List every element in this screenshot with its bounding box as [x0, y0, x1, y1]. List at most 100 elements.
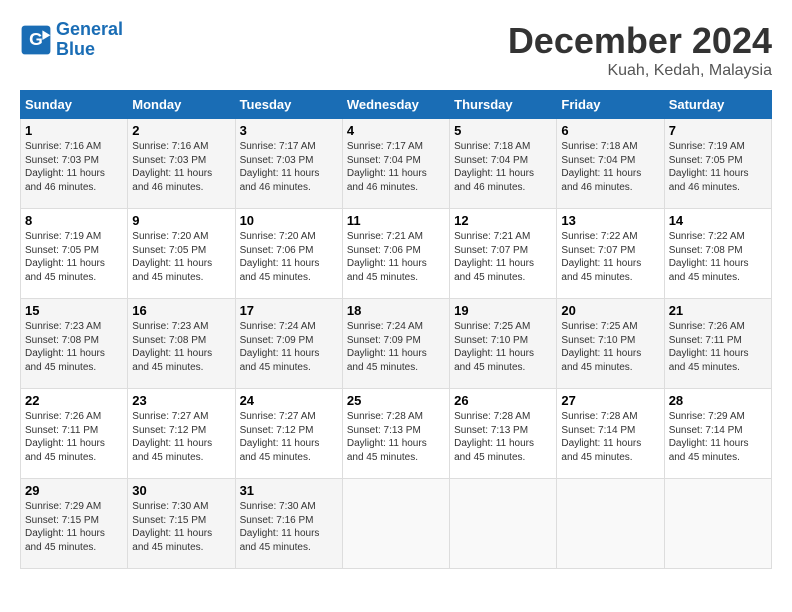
day-number: 16: [132, 303, 230, 318]
day-info: Sunrise: 7:18 AM Sunset: 7:04 PM Dayligh…: [454, 140, 552, 194]
day-number: 7: [669, 123, 767, 138]
day-number: 14: [669, 213, 767, 228]
calendar-cell: 6 Sunrise: 7:18 AM Sunset: 7:04 PM Dayli…: [557, 119, 664, 209]
logo-line1: General: [56, 19, 123, 39]
calendar-cell: 10 Sunrise: 7:20 AM Sunset: 7:06 PM Dayl…: [235, 209, 342, 299]
calendar-cell: 27 Sunrise: 7:28 AM Sunset: 7:14 PM Dayl…: [557, 389, 664, 479]
header-monday: Monday: [128, 91, 235, 119]
page-header: G General Blue December 2024 Kuah, Kedah…: [20, 20, 772, 80]
calendar-cell: [664, 479, 771, 569]
day-info: Sunrise: 7:27 AM Sunset: 7:12 PM Dayligh…: [132, 410, 230, 464]
day-number: 10: [240, 213, 338, 228]
calendar-week-row: 22 Sunrise: 7:26 AM Sunset: 7:11 PM Dayl…: [21, 389, 772, 479]
calendar-week-row: 1 Sunrise: 7:16 AM Sunset: 7:03 PM Dayli…: [21, 119, 772, 209]
day-info: Sunrise: 7:25 AM Sunset: 7:10 PM Dayligh…: [454, 320, 552, 374]
logo-line2: Blue: [56, 39, 95, 59]
calendar-cell: 14 Sunrise: 7:22 AM Sunset: 7:08 PM Dayl…: [664, 209, 771, 299]
day-number: 18: [347, 303, 445, 318]
calendar-cell: 19 Sunrise: 7:25 AM Sunset: 7:10 PM Dayl…: [450, 299, 557, 389]
calendar-cell: 9 Sunrise: 7:20 AM Sunset: 7:05 PM Dayli…: [128, 209, 235, 299]
calendar-cell: 17 Sunrise: 7:24 AM Sunset: 7:09 PM Dayl…: [235, 299, 342, 389]
calendar-cell: 30 Sunrise: 7:30 AM Sunset: 7:15 PM Dayl…: [128, 479, 235, 569]
calendar-cell: 22 Sunrise: 7:26 AM Sunset: 7:11 PM Dayl…: [21, 389, 128, 479]
calendar-cell: 13 Sunrise: 7:22 AM Sunset: 7:07 PM Dayl…: [557, 209, 664, 299]
calendar-cell: 31 Sunrise: 7:30 AM Sunset: 7:16 PM Dayl…: [235, 479, 342, 569]
day-number: 21: [669, 303, 767, 318]
day-info: Sunrise: 7:28 AM Sunset: 7:13 PM Dayligh…: [347, 410, 445, 464]
day-number: 12: [454, 213, 552, 228]
day-number: 2: [132, 123, 230, 138]
logo: G General Blue: [20, 20, 123, 60]
location-subtitle: Kuah, Kedah, Malaysia: [508, 62, 772, 80]
day-info: Sunrise: 7:17 AM Sunset: 7:03 PM Dayligh…: [240, 140, 338, 194]
calendar-cell: 7 Sunrise: 7:19 AM Sunset: 7:05 PM Dayli…: [664, 119, 771, 209]
svg-text:G: G: [29, 29, 43, 49]
day-number: 20: [561, 303, 659, 318]
calendar-cell: 29 Sunrise: 7:29 AM Sunset: 7:15 PM Dayl…: [21, 479, 128, 569]
day-number: 5: [454, 123, 552, 138]
day-info: Sunrise: 7:18 AM Sunset: 7:04 PM Dayligh…: [561, 140, 659, 194]
calendar-week-row: 29 Sunrise: 7:29 AM Sunset: 7:15 PM Dayl…: [21, 479, 772, 569]
calendar-week-row: 15 Sunrise: 7:23 AM Sunset: 7:08 PM Dayl…: [21, 299, 772, 389]
day-info: Sunrise: 7:22 AM Sunset: 7:08 PM Dayligh…: [669, 230, 767, 284]
day-number: 1: [25, 123, 123, 138]
day-info: Sunrise: 7:30 AM Sunset: 7:16 PM Dayligh…: [240, 500, 338, 554]
day-info: Sunrise: 7:29 AM Sunset: 7:14 PM Dayligh…: [669, 410, 767, 464]
day-number: 3: [240, 123, 338, 138]
calendar-cell: 3 Sunrise: 7:17 AM Sunset: 7:03 PM Dayli…: [235, 119, 342, 209]
day-number: 25: [347, 393, 445, 408]
calendar-cell: 20 Sunrise: 7:25 AM Sunset: 7:10 PM Dayl…: [557, 299, 664, 389]
calendar-cell: [557, 479, 664, 569]
calendar-cell: 2 Sunrise: 7:16 AM Sunset: 7:03 PM Dayli…: [128, 119, 235, 209]
day-number: 11: [347, 213, 445, 228]
calendar-cell: 23 Sunrise: 7:27 AM Sunset: 7:12 PM Dayl…: [128, 389, 235, 479]
day-info: Sunrise: 7:24 AM Sunset: 7:09 PM Dayligh…: [347, 320, 445, 374]
day-info: Sunrise: 7:28 AM Sunset: 7:14 PM Dayligh…: [561, 410, 659, 464]
calendar-cell: 15 Sunrise: 7:23 AM Sunset: 7:08 PM Dayl…: [21, 299, 128, 389]
calendar-cell: 24 Sunrise: 7:27 AM Sunset: 7:12 PM Dayl…: [235, 389, 342, 479]
logo-icon: G: [20, 24, 52, 56]
day-info: Sunrise: 7:21 AM Sunset: 7:07 PM Dayligh…: [454, 230, 552, 284]
day-info: Sunrise: 7:17 AM Sunset: 7:04 PM Dayligh…: [347, 140, 445, 194]
day-number: 26: [454, 393, 552, 408]
day-info: Sunrise: 7:26 AM Sunset: 7:11 PM Dayligh…: [25, 410, 123, 464]
calendar-cell: [450, 479, 557, 569]
header-saturday: Saturday: [664, 91, 771, 119]
day-info: Sunrise: 7:26 AM Sunset: 7:11 PM Dayligh…: [669, 320, 767, 374]
day-number: 17: [240, 303, 338, 318]
calendar-cell: 18 Sunrise: 7:24 AM Sunset: 7:09 PM Dayl…: [342, 299, 449, 389]
day-number: 30: [132, 483, 230, 498]
day-number: 13: [561, 213, 659, 228]
day-info: Sunrise: 7:22 AM Sunset: 7:07 PM Dayligh…: [561, 230, 659, 284]
calendar-cell: 4 Sunrise: 7:17 AM Sunset: 7:04 PM Dayli…: [342, 119, 449, 209]
day-number: 9: [132, 213, 230, 228]
header-sunday: Sunday: [21, 91, 128, 119]
day-info: Sunrise: 7:30 AM Sunset: 7:15 PM Dayligh…: [132, 500, 230, 554]
header-tuesday: Tuesday: [235, 91, 342, 119]
day-info: Sunrise: 7:25 AM Sunset: 7:10 PM Dayligh…: [561, 320, 659, 374]
day-number: 23: [132, 393, 230, 408]
calendar-cell: 12 Sunrise: 7:21 AM Sunset: 7:07 PM Dayl…: [450, 209, 557, 299]
day-number: 28: [669, 393, 767, 408]
day-info: Sunrise: 7:23 AM Sunset: 7:08 PM Dayligh…: [25, 320, 123, 374]
day-number: 27: [561, 393, 659, 408]
header-thursday: Thursday: [450, 91, 557, 119]
calendar-table: Sunday Monday Tuesday Wednesday Thursday…: [20, 90, 772, 569]
day-number: 22: [25, 393, 123, 408]
day-info: Sunrise: 7:21 AM Sunset: 7:06 PM Dayligh…: [347, 230, 445, 284]
calendar-cell: 21 Sunrise: 7:26 AM Sunset: 7:11 PM Dayl…: [664, 299, 771, 389]
day-info: Sunrise: 7:27 AM Sunset: 7:12 PM Dayligh…: [240, 410, 338, 464]
weekday-header-row: Sunday Monday Tuesday Wednesday Thursday…: [21, 91, 772, 119]
day-number: 6: [561, 123, 659, 138]
day-info: Sunrise: 7:19 AM Sunset: 7:05 PM Dayligh…: [25, 230, 123, 284]
calendar-cell: 5 Sunrise: 7:18 AM Sunset: 7:04 PM Dayli…: [450, 119, 557, 209]
calendar-cell: 25 Sunrise: 7:28 AM Sunset: 7:13 PM Dayl…: [342, 389, 449, 479]
day-info: Sunrise: 7:29 AM Sunset: 7:15 PM Dayligh…: [25, 500, 123, 554]
day-info: Sunrise: 7:16 AM Sunset: 7:03 PM Dayligh…: [25, 140, 123, 194]
calendar-cell: 11 Sunrise: 7:21 AM Sunset: 7:06 PM Dayl…: [342, 209, 449, 299]
day-number: 31: [240, 483, 338, 498]
day-number: 8: [25, 213, 123, 228]
day-info: Sunrise: 7:16 AM Sunset: 7:03 PM Dayligh…: [132, 140, 230, 194]
day-number: 24: [240, 393, 338, 408]
title-block: December 2024 Kuah, Kedah, Malaysia: [508, 20, 772, 80]
